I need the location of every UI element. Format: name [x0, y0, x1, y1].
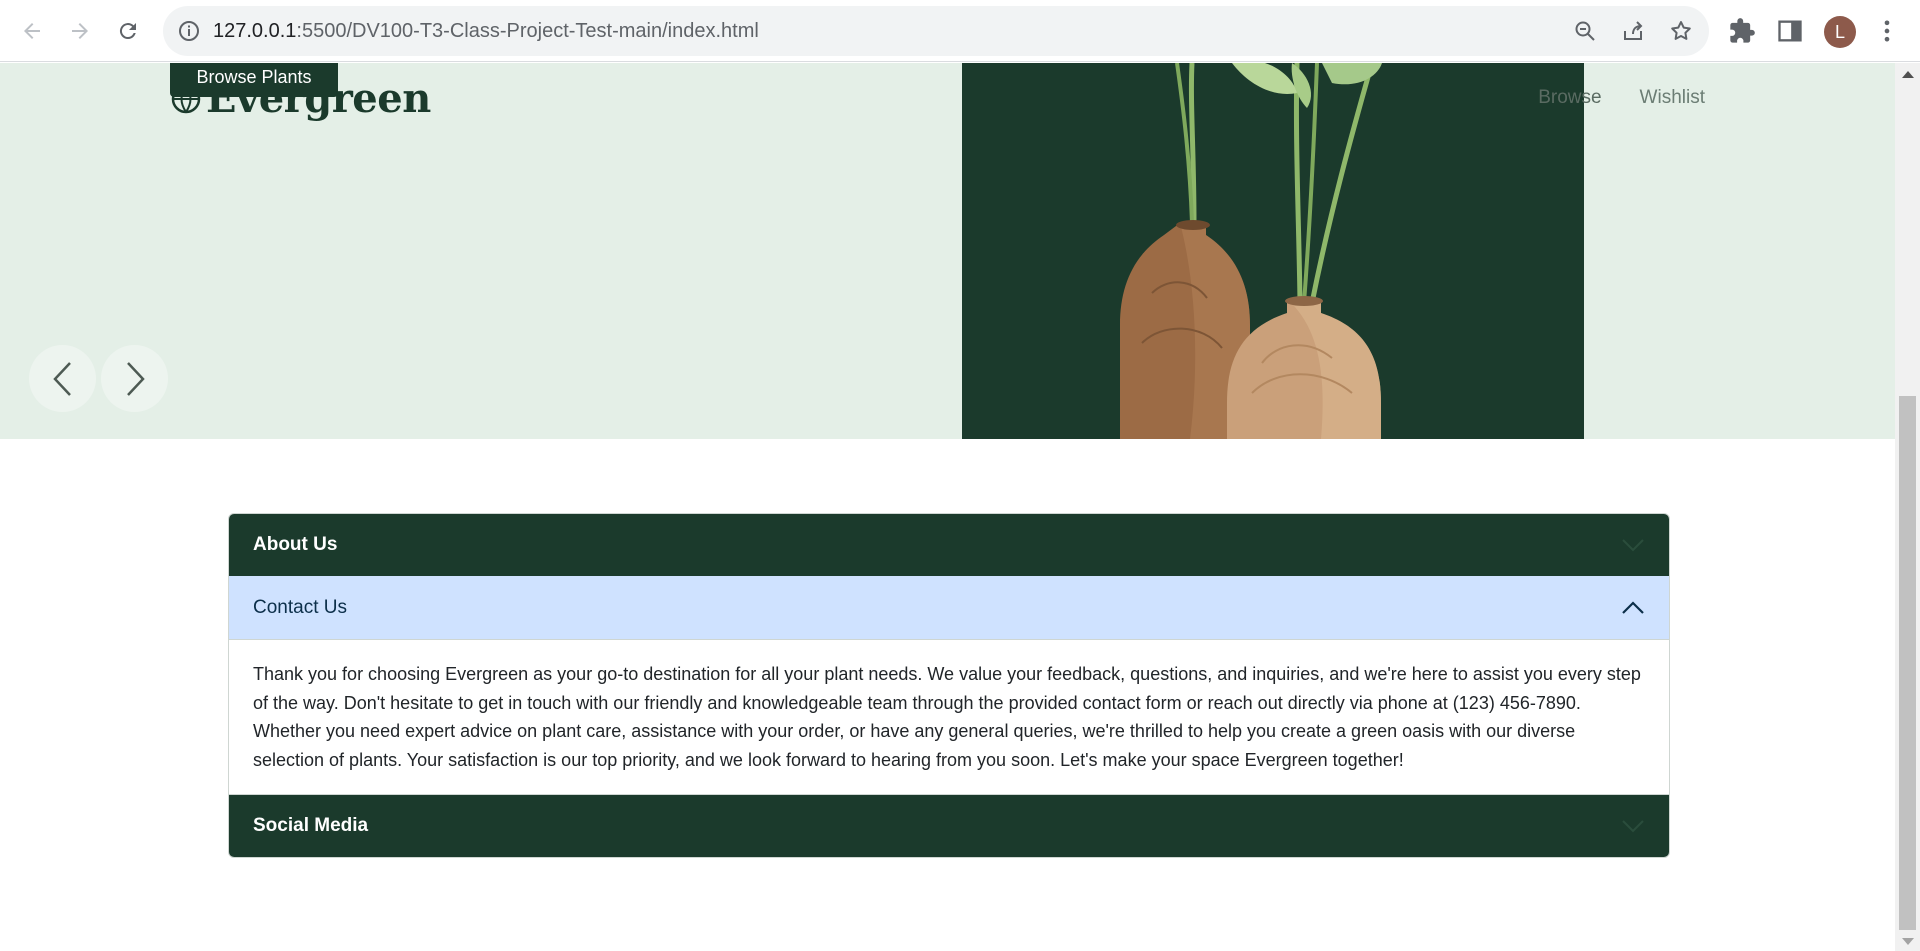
scroll-down-arrow-icon[interactable] — [1902, 938, 1914, 945]
top-nav: Browse Wishlist — [1538, 87, 1705, 109]
chevron-left-icon — [52, 361, 71, 396]
back-button[interactable] — [12, 12, 52, 50]
menu-dots-icon[interactable] — [1873, 17, 1901, 45]
bookmark-star-icon[interactable] — [1669, 19, 1693, 43]
browse-plants-button[interactable]: Browse Plants — [170, 63, 338, 97]
accordion-title: About Us — [253, 534, 338, 555]
browser-toolbar: 127.0.0.1:5500/DV100-T3-Class-Project-Te… — [0, 0, 1920, 62]
page-scrollbar[interactable] — [1895, 63, 1920, 951]
nav-link-browse[interactable]: Browse — [1538, 87, 1601, 109]
side-panel-icon[interactable] — [1776, 17, 1804, 45]
hero-carousel: Evergreen Browse Plants Browse Wishlist — [0, 63, 1895, 439]
accordion-header-about-us[interactable]: About Us — [229, 514, 1669, 576]
extensions-icon[interactable] — [1728, 17, 1756, 45]
page-viewport: Evergreen Browse Plants Browse Wishlist … — [0, 63, 1895, 951]
info-accordion: About Us Contact Us Thank you for choosi… — [228, 513, 1670, 859]
accordion-body-contact-us: Thank you for choosing Evergreen as your… — [229, 640, 1669, 796]
url-host: 127.0.0.1 — [213, 20, 297, 42]
chevron-down-icon — [1622, 539, 1644, 552]
accordion-title: Social Media — [253, 815, 369, 837]
reload-button[interactable] — [108, 12, 148, 50]
accordion-header-contact-us[interactable]: Contact Us — [229, 576, 1669, 640]
scrollbar-thumb[interactable] — [1899, 396, 1916, 930]
plant-vases-illustration — [1120, 63, 1382, 439]
url-path: :5500/DV100-T3-Class-Project-Test-main/i… — [296, 20, 759, 42]
nav-link-wishlist[interactable]: Wishlist — [1640, 87, 1705, 109]
scroll-up-arrow-icon[interactable] — [1902, 71, 1914, 78]
forward-button[interactable] — [60, 12, 100, 50]
url-text[interactable]: 127.0.0.1:5500/DV100-T3-Class-Project-Te… — [213, 18, 759, 44]
accordion-header-social-media[interactable]: Social Media — [229, 795, 1669, 858]
reload-icon — [119, 23, 136, 40]
accordion-title: Contact Us — [253, 596, 347, 618]
zoom-icon[interactable] — [1573, 19, 1597, 43]
chevron-up-icon — [1622, 600, 1644, 614]
profile-avatar[interactable]: L — [1824, 16, 1856, 48]
carousel-prev-button[interactable] — [29, 345, 96, 412]
forward-arrow-icon — [72, 23, 88, 39]
chevron-down-icon — [1622, 820, 1644, 833]
share-icon[interactable] — [1621, 19, 1645, 43]
site-info-icon[interactable] — [177, 19, 201, 43]
chevron-right-icon — [126, 361, 145, 396]
address-bar[interactable]: 127.0.0.1:5500/DV100-T3-Class-Project-Te… — [163, 6, 1709, 56]
back-arrow-icon — [24, 23, 40, 39]
hero-plant-image — [962, 63, 1584, 439]
carousel-next-button[interactable] — [101, 345, 168, 412]
